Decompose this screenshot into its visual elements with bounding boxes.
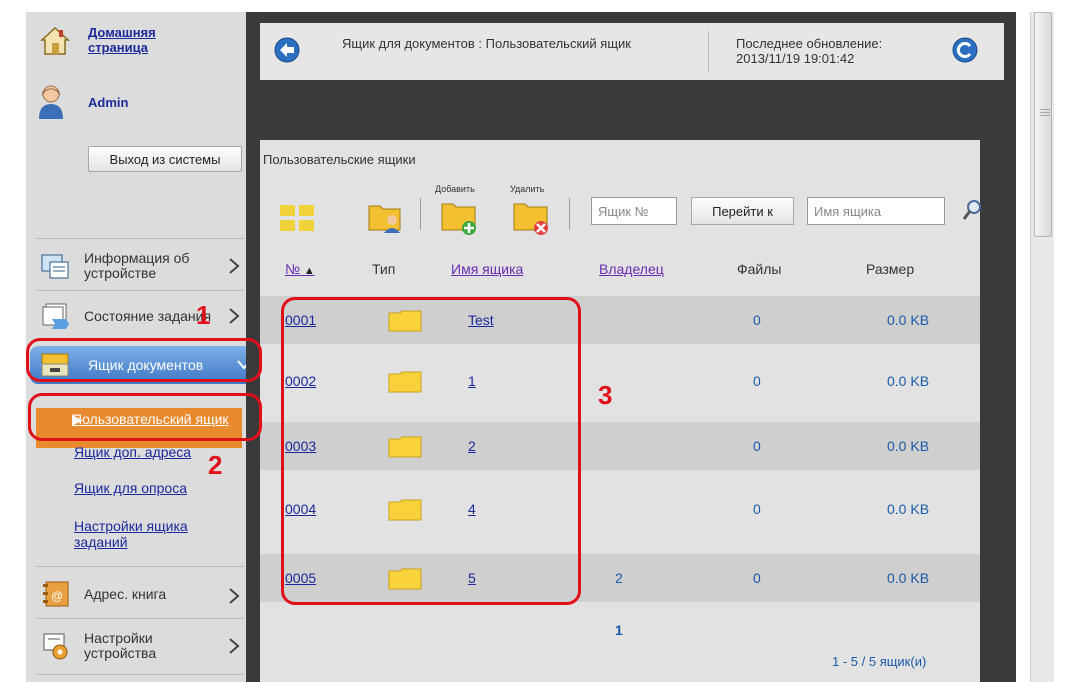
menu-job-status[interactable]: Состояние задания	[36, 292, 246, 340]
menu-device-info[interactable]: Информация об устройстве	[36, 242, 246, 290]
col-number-label: №	[285, 261, 301, 277]
go-to-button[interactable]: Перейти к	[691, 197, 794, 225]
sub-item-polling-box[interactable]: Ящик для опроса	[74, 480, 187, 496]
device-settings-icon	[43, 633, 68, 660]
menu-device-settings[interactable]: Настройки устройства	[36, 622, 246, 670]
user-icon	[39, 85, 63, 119]
page: Домашняя страница Admin Выход из системы…	[0, 0, 1069, 682]
chevron-right-icon	[229, 258, 240, 274]
grip-icon: — — —	[1040, 104, 1050, 121]
delete-box-icon[interactable]	[513, 200, 553, 236]
add-box-icon[interactable]	[441, 200, 481, 236]
svg-text:@: @	[51, 589, 63, 603]
divider	[36, 290, 244, 291]
divider	[708, 31, 709, 72]
delete-label: Удалить	[510, 184, 545, 194]
vertical-scrollbar[interactable]: — — —	[1030, 12, 1054, 682]
col-type: Тип	[372, 261, 396, 277]
job-status-icon	[42, 303, 69, 329]
file-count: 0	[753, 438, 761, 454]
page-title: Ящик для документов : Пользовательский я…	[342, 36, 631, 51]
logout-button[interactable]: Выход из системы	[88, 146, 242, 172]
box-number-input[interactable]	[591, 197, 677, 225]
box-size: 0.0 KB	[887, 570, 930, 586]
callout-ring-document-box	[26, 338, 262, 382]
user-name: Admin	[88, 95, 129, 110]
file-count: 0	[753, 373, 761, 389]
user-folder-icon[interactable]	[368, 200, 404, 234]
page-header: Ящик для документов : Пользовательский я…	[260, 23, 1004, 80]
sort-asc-icon: ▲	[303, 265, 315, 277]
box-name-input[interactable]	[807, 197, 945, 225]
menu-address-book[interactable]: @ Адрес. книга	[36, 572, 246, 620]
owner: 2	[615, 570, 623, 586]
sub-item-extra-address-box[interactable]: Ящик доп. адреса	[74, 444, 191, 460]
back-arrow-icon[interactable]	[274, 37, 300, 63]
col-box-name[interactable]: Имя ящика	[451, 261, 523, 277]
scrollbar-thumb[interactable]: — — —	[1034, 12, 1052, 237]
box-size: 0.0 KB	[887, 438, 930, 454]
divider	[36, 238, 244, 239]
box-size: 0.0 KB	[887, 501, 930, 517]
page-number[interactable]: 1	[615, 622, 623, 638]
menu-label: Адрес. книга	[84, 585, 167, 602]
sub-item-job-box-settings[interactable]: Настройки ящика заданий	[74, 518, 214, 550]
home-icon[interactable]	[40, 26, 70, 56]
col-owner[interactable]: Владелец	[599, 261, 664, 277]
toolbar-separator	[420, 198, 421, 230]
col-size: Размер	[866, 261, 915, 277]
callout-number-2: 2	[208, 450, 223, 480]
col-number[interactable]: № ▲	[285, 261, 315, 277]
panel-title: Пользовательские ящики	[263, 152, 416, 167]
chevron-right-icon	[229, 638, 240, 654]
col-files: Файлы	[737, 261, 782, 277]
home-link[interactable]: Домашняя страница	[88, 25, 208, 55]
file-count: 0	[753, 312, 761, 328]
address-book-icon: @	[43, 581, 69, 607]
divider	[36, 618, 244, 619]
last-update-label: Последнее обновление:	[736, 36, 883, 51]
refresh-icon[interactable]	[952, 37, 978, 63]
callout-number-1: 1	[196, 300, 211, 330]
last-update-time: 2013/11/19 19:01:42	[736, 51, 855, 66]
divider	[36, 566, 244, 567]
file-count: 0	[753, 570, 761, 586]
divider	[36, 674, 244, 675]
chevron-right-icon	[229, 308, 240, 324]
file-count: 0	[753, 501, 761, 517]
callout-ring-box-list	[281, 297, 581, 605]
box-size: 0.0 KB	[887, 373, 930, 389]
callout-ring-user-box	[28, 393, 262, 441]
menu-label: Настройки устройства	[84, 630, 157, 661]
device-info-icon	[41, 254, 69, 279]
box-size: 0.0 KB	[887, 312, 930, 328]
last-update: Последнее обновление: 2013/11/19 19:01:4…	[736, 36, 882, 66]
add-label: Добавить	[435, 184, 475, 194]
grid-view-icon[interactable]	[279, 203, 315, 233]
box-count: 1 - 5 / 5 ящик(и)	[832, 654, 927, 669]
menu-label: Информация об устройстве	[84, 250, 190, 281]
search-icon[interactable]	[962, 199, 982, 221]
toolbar-separator	[569, 198, 570, 230]
callout-number-3: 3	[598, 380, 613, 410]
chevron-right-icon	[229, 588, 240, 604]
